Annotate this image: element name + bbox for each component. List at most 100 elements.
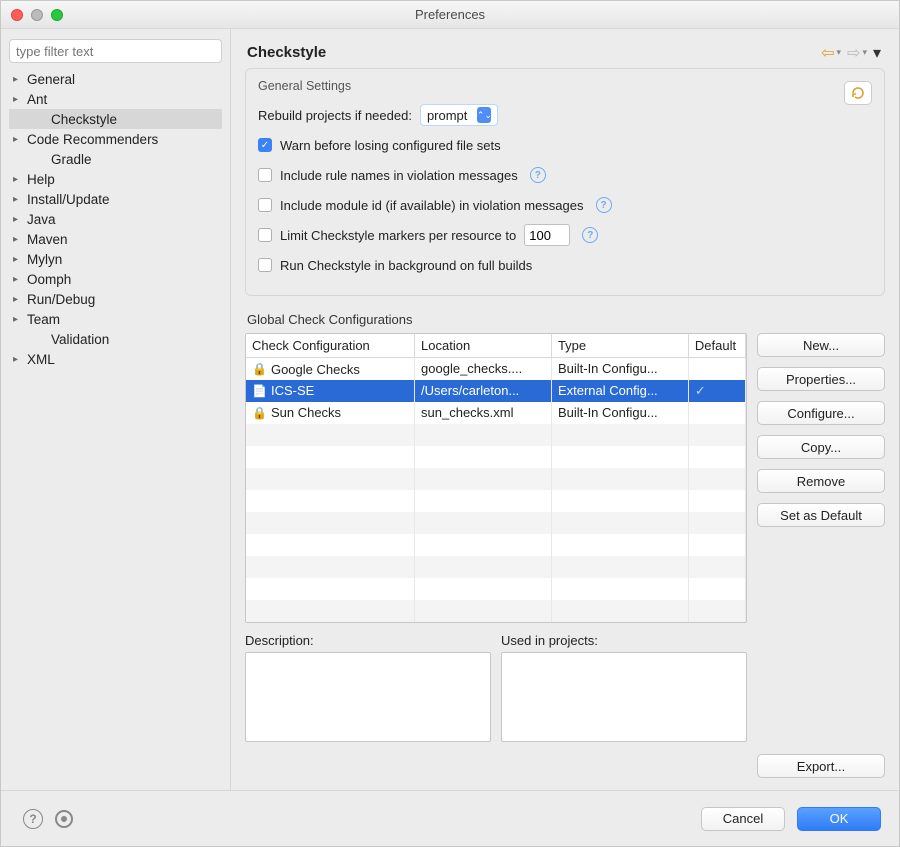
table-row[interactable]: 🔒Sun Checkssun_checks.xmlBuilt-In Config… [246, 402, 746, 424]
sidebar-item-label: Help [27, 172, 55, 187]
sidebar-item-help[interactable]: ▸Help [9, 169, 222, 189]
sidebar-item-maven[interactable]: ▸Maven [9, 229, 222, 249]
chevron-right-icon: ▸ [13, 94, 25, 105]
sidebar-item-mylyn[interactable]: ▸Mylyn [9, 249, 222, 269]
col-type[interactable]: Type [551, 334, 688, 358]
category-tree: ▸General▸AntCheckstyle▸Code Recommenders… [9, 69, 222, 780]
chevron-right-icon: ▸ [13, 174, 25, 185]
sidebar-item-label: Ant [27, 92, 47, 107]
used-in-projects-label: Used in projects: [501, 633, 747, 648]
limit-label: Limit Checkstyle markers per resource to [280, 228, 516, 243]
include-rule-label: Include rule names in violation messages [280, 168, 518, 183]
chevron-right-icon: ▸ [13, 254, 25, 265]
help-button[interactable]: ? [23, 809, 43, 829]
sidebar-item-install-update[interactable]: ▸Install/Update [9, 189, 222, 209]
config-table[interactable]: Check Configuration Location Type Defaul… [245, 333, 747, 623]
chevron-right-icon: ▸ [13, 74, 25, 85]
rebuild-select[interactable]: prompt ⌃⌄ [420, 104, 498, 126]
col-location[interactable]: Location [415, 334, 552, 358]
sidebar-item-label: Team [27, 312, 60, 327]
sidebar-item-validation[interactable]: Validation [9, 329, 222, 349]
include-module-checkbox[interactable] [258, 198, 272, 212]
apply-indicator-icon[interactable] [55, 810, 73, 828]
sidebar-item-oomph[interactable]: ▸Oomph [9, 269, 222, 289]
warn-checkbox[interactable]: ✓ [258, 138, 272, 152]
chevron-right-icon: ▸ [13, 234, 25, 245]
cancel-button[interactable]: Cancel [701, 807, 785, 831]
sidebar-item-label: Run/Debug [27, 292, 95, 307]
chevron-right-icon: ▸ [13, 314, 25, 325]
back-button[interactable]: ⇦▾ [821, 43, 841, 63]
table-row [246, 468, 746, 490]
sidebar-item-run-debug[interactable]: ▸Run/Debug [9, 289, 222, 309]
lock-icon: 🔒 [252, 362, 267, 376]
help-icon[interactable]: ? [596, 197, 612, 213]
remove-button[interactable]: Remove [757, 469, 885, 493]
table-row [246, 600, 746, 622]
used-in-projects-box[interactable] [501, 652, 747, 742]
table-row [246, 556, 746, 578]
ok-button[interactable]: OK [797, 807, 881, 831]
new-button[interactable]: New... [757, 333, 885, 357]
titlebar: Preferences [1, 1, 899, 29]
general-settings-title: General Settings [258, 79, 872, 93]
background-checkbox[interactable] [258, 258, 272, 272]
lock-icon: 🔒 [252, 406, 267, 420]
help-icon[interactable]: ? [530, 167, 546, 183]
sidebar-item-gradle[interactable]: Gradle [9, 149, 222, 169]
chevron-right-icon: ▸ [13, 214, 25, 225]
limit-input[interactable] [524, 224, 570, 246]
background-label: Run Checkstyle in background on full bui… [280, 258, 532, 273]
sidebar-item-team[interactable]: ▸Team [9, 309, 222, 329]
description-label: Description: [245, 633, 491, 648]
filter-input[interactable] [9, 39, 222, 63]
general-settings-group: General Settings Rebuild projects if nee… [245, 68, 885, 296]
sidebar-item-label: General [27, 72, 75, 87]
sidebar-item-label: Code Recommenders [27, 132, 158, 147]
table-row [246, 424, 746, 446]
export-button[interactable]: Export... [757, 754, 885, 778]
sidebar-item-label: Mylyn [27, 252, 62, 267]
sidebar-item-xml[interactable]: ▸XML [9, 349, 222, 369]
rebuild-label: Rebuild projects if needed: [258, 108, 412, 123]
window-title: Preferences [1, 7, 899, 22]
col-check-config[interactable]: Check Configuration [246, 334, 415, 358]
sidebar-item-ant[interactable]: ▸Ant [9, 89, 222, 109]
limit-checkbox[interactable] [258, 228, 272, 242]
table-row [246, 534, 746, 556]
properties-button[interactable]: Properties... [757, 367, 885, 391]
chevron-right-icon: ▸ [13, 294, 25, 305]
sidebar: ▸General▸AntCheckstyle▸Code Recommenders… [1, 29, 231, 790]
sidebar-item-java[interactable]: ▸Java [9, 209, 222, 229]
warn-label: Warn before losing configured file sets [280, 138, 501, 153]
chevron-right-icon: ▸ [13, 354, 25, 365]
table-row[interactable]: 🔒Google Checksgoogle_checks....Built-In … [246, 358, 746, 380]
document-icon: 📄 [252, 384, 267, 398]
table-row[interactable]: 📄ICS-SE/Users/carleton...External Config… [246, 380, 746, 402]
table-row [246, 446, 746, 468]
sidebar-item-checkstyle[interactable]: Checkstyle [9, 109, 222, 129]
table-row [246, 512, 746, 534]
help-icon[interactable]: ? [582, 227, 598, 243]
include-rule-checkbox[interactable] [258, 168, 272, 182]
view-menu[interactable]: ▾ [873, 43, 881, 63]
sidebar-item-label: Checkstyle [51, 112, 117, 127]
set-default-button[interactable]: Set as Default [757, 503, 885, 527]
sidebar-item-label: Oomph [27, 272, 71, 287]
page-title: Checkstyle [247, 44, 326, 61]
config-name: Sun Checks [271, 405, 341, 420]
chevron-right-icon: ▸ [13, 194, 25, 205]
chevron-right-icon: ▸ [13, 134, 25, 145]
refresh-button[interactable] [844, 81, 872, 105]
sidebar-item-code-recommenders[interactable]: ▸Code Recommenders [9, 129, 222, 149]
config-name: Google Checks [271, 362, 360, 377]
col-default[interactable]: Default [688, 334, 745, 358]
rebuild-value: prompt [427, 108, 467, 123]
sidebar-item-general[interactable]: ▸General [9, 69, 222, 89]
configure-button[interactable]: Configure... [757, 401, 885, 425]
forward-button[interactable]: ⇨▾ [847, 43, 867, 63]
copy-button[interactable]: Copy... [757, 435, 885, 459]
description-box[interactable] [245, 652, 491, 742]
sidebar-item-label: Install/Update [27, 192, 110, 207]
select-caret-icon: ⌃⌄ [477, 107, 491, 123]
